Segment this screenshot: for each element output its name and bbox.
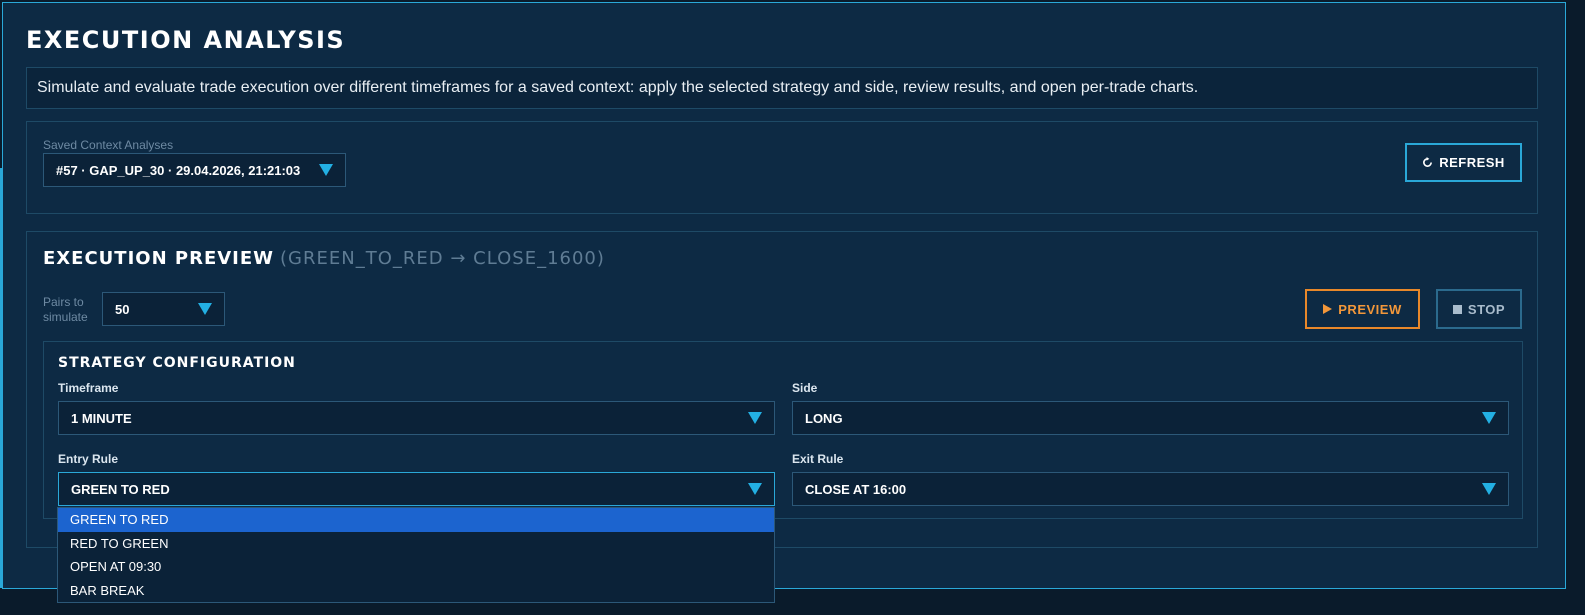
stop-icon (1452, 304, 1462, 314)
execution-preview-panel: EXECUTION PREVIEW (GREEN_TO_RED → CLOSE_1… (26, 231, 1538, 548)
chevron-down-icon (1482, 483, 1496, 495)
preview-subtitle: (GREEN_TO_RED → CLOSE_1600) (280, 248, 605, 269)
saved-context-label: Saved Context Analyses (43, 138, 174, 152)
refresh-button[interactable]: REFRESH (1405, 143, 1522, 182)
dropdown-option[interactable]: OPEN AT 09:30 (58, 555, 774, 579)
saved-context-select[interactable]: #57 · GAP_UP_30 · 29.04.2026, 21:21:03 (43, 153, 346, 187)
preview-button[interactable]: PREVIEW (1305, 289, 1420, 329)
side-label: Side (792, 381, 818, 395)
strategy-configuration-panel: STRATEGY CONFIGURATION Timeframe 1 MINUT… (43, 341, 1523, 519)
preview-title-text: EXECUTION PREVIEW (43, 248, 275, 269)
refresh-icon (1423, 157, 1433, 167)
side-accent (0, 168, 2, 588)
saved-context-value: #57 · GAP_UP_30 · 29.04.2026, 21:21:03 (56, 162, 301, 178)
dropdown-option[interactable]: RED TO GREEN (58, 532, 774, 556)
timeframe-select[interactable]: 1 MINUTE (58, 401, 775, 435)
page-description: Simulate and evaluate trade execution ov… (26, 67, 1538, 109)
refresh-label: REFRESH (1439, 155, 1505, 170)
entry-rule-dropdown: GREEN TO RED RED TO GREEN OPEN AT 09:30 … (57, 507, 775, 603)
exit-rule-label: Exit Rule (792, 452, 844, 466)
chevron-down-icon (748, 483, 762, 495)
page-title: EXECUTION ANALYSIS (26, 26, 346, 54)
chevron-down-icon (748, 412, 762, 424)
entry-rule-label: Entry Rule (58, 452, 119, 466)
exit-rule-value: CLOSE AT 16:00 (805, 481, 907, 497)
dropdown-option[interactable]: BAR BREAK (58, 579, 774, 603)
chevron-down-icon (1482, 412, 1496, 424)
timeframe-value: 1 MINUTE (71, 410, 132, 426)
preview-title: EXECUTION PREVIEW (GREEN_TO_RED → CLOSE_1… (43, 248, 605, 269)
exit-rule-select[interactable]: CLOSE AT 16:00 (792, 472, 1509, 506)
pairs-label-line-2: simulate (43, 310, 88, 324)
stop-button[interactable]: STOP (1436, 289, 1522, 329)
stop-label: STOP (1467, 301, 1506, 317)
description-text: Simulate and evaluate trade execution ov… (37, 79, 1199, 96)
side-select[interactable]: LONG (792, 401, 1509, 435)
pairs-label-line-1: Pairs to (43, 295, 84, 309)
chevron-down-icon (198, 303, 212, 315)
pairs-value: 50 (115, 301, 130, 317)
pairs-to-simulate-label: Pairs to simulate (43, 295, 88, 325)
dropdown-option[interactable]: GREEN TO RED (58, 508, 774, 532)
play-icon (1323, 304, 1333, 314)
pairs-to-simulate-select[interactable]: 50 (102, 292, 225, 326)
strategy-configuration-title: STRATEGY CONFIGURATION (58, 355, 296, 371)
side-value: LONG (805, 410, 843, 426)
saved-context-panel: Saved Context Analyses #57 · GAP_UP_30 ·… (26, 121, 1538, 214)
timeframe-label: Timeframe (58, 381, 119, 395)
preview-label: PREVIEW (1338, 301, 1402, 317)
entry-rule-select[interactable]: GREEN TO RED (58, 472, 775, 506)
chevron-down-icon (319, 164, 333, 176)
entry-rule-value: GREEN TO RED (71, 481, 170, 497)
